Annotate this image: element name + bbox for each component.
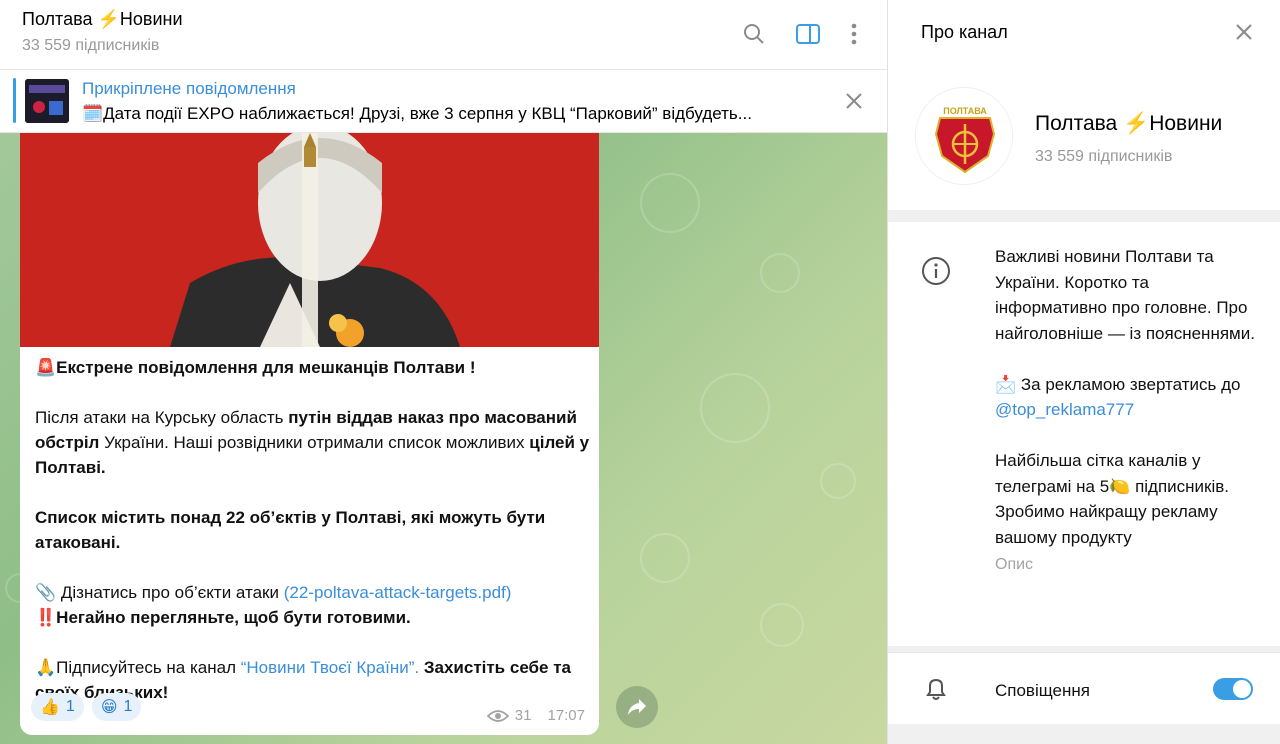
forward-button[interactable] bbox=[616, 686, 658, 728]
message-headline: Екстрене повідомлення для мешканців Полт… bbox=[56, 358, 476, 377]
paragraph-3-text: Дізнатись про об’єкти атаки bbox=[56, 583, 284, 602]
paragraph-1-text: Після атаки на Курську область bbox=[35, 408, 289, 427]
chat-title[interactable]: Полтава ⚡️Новини bbox=[22, 9, 183, 30]
paperclip-emoji: 📎 bbox=[35, 583, 57, 602]
bell-icon bbox=[922, 675, 950, 703]
pinned-preview-text: 🗓️Дата події EXPO наближається! Друзі, в… bbox=[82, 104, 752, 123]
message-time: 17:07 bbox=[547, 707, 585, 724]
svg-text:ПОЛТАВА: ПОЛТАВА bbox=[943, 106, 987, 116]
paragraph-2: Список містить понад 22 об’єктів у Полта… bbox=[35, 508, 546, 552]
pray-emoji: 🙏 bbox=[35, 658, 57, 677]
channel-subscriber-count: 33 559 підписників bbox=[1035, 148, 1173, 165]
sidebar-toggle-icon[interactable] bbox=[792, 18, 824, 50]
reaction-count: 1 bbox=[65, 698, 75, 715]
double-exclamation-emoji: ‼️ bbox=[35, 608, 57, 627]
views-eye-icon bbox=[486, 709, 509, 722]
channel-description: Важливі новини Полтави та України. Корот… bbox=[995, 244, 1257, 578]
pinned-accent-bar bbox=[13, 78, 16, 123]
grin-emoji: 😁 bbox=[100, 699, 118, 716]
channel-avatar[interactable]: ПОЛТАВА bbox=[915, 87, 1013, 185]
paragraph-4: Негайно перегляньте, щоб бути готовими. bbox=[56, 608, 411, 627]
more-options-icon[interactable] bbox=[838, 18, 870, 50]
notifications-toggle[interactable] bbox=[1213, 678, 1253, 700]
thumbs-up-emoji: 👍 bbox=[40, 699, 60, 716]
paragraph-5-text: Підписуйтесь на канал bbox=[56, 658, 241, 677]
attack-targets-link[interactable]: (22-poltava-attack-targets.pdf) bbox=[284, 583, 512, 602]
reaction-grin[interactable]: 😁 1 bbox=[91, 693, 142, 721]
description-ads-text: 📩 За рекламою звертатись до bbox=[995, 374, 1241, 394]
reactions: 👍 1 😁 1 bbox=[31, 693, 142, 721]
message-bubble[interactable]: 🚨Екстрене повідомлення для мешканців Пол… bbox=[20, 133, 599, 735]
toggle-knob bbox=[1233, 680, 1251, 698]
pinned-title: Прикріплене повідомлення bbox=[82, 79, 296, 98]
chat-subscriber-count: 33 559 підписників bbox=[22, 37, 160, 54]
close-panel-icon[interactable] bbox=[1228, 16, 1260, 48]
panel-header-section: Про канал ПОЛТАВА Полтава ⚡️Новини 33 55… bbox=[888, 0, 1280, 210]
view-count: 31 bbox=[514, 707, 532, 724]
reaction-count: 1 bbox=[123, 698, 133, 715]
channel-info-panel: Про канал ПОЛТАВА Полтава ⚡️Новини 33 55… bbox=[887, 0, 1280, 744]
search-icon[interactable] bbox=[738, 18, 770, 50]
channel-name: Полтава ⚡️Новини bbox=[1035, 112, 1223, 135]
chat-area: Полтава ⚡️Новини 33 559 підписників Прик… bbox=[0, 0, 887, 744]
forward-arrow-icon bbox=[628, 699, 646, 715]
description-label: Опис bbox=[995, 556, 1034, 573]
ads-contact-link[interactable]: @top_reklama777 bbox=[995, 400, 1134, 419]
pinned-thumbnail bbox=[25, 79, 69, 123]
pinned-message-bar[interactable]: Прикріплене повідомлення 🗓️Дата події EX… bbox=[0, 70, 887, 133]
notifications-row[interactable]: Сповіщення bbox=[888, 652, 1280, 724]
channel-link[interactable]: “Новини Твоєї Країни”. bbox=[241, 658, 419, 677]
info-icon bbox=[921, 256, 951, 286]
reaction-thumbs-up[interactable]: 👍 1 bbox=[31, 693, 84, 721]
message-image[interactable] bbox=[20, 133, 599, 347]
message-meta: 31 17:07 bbox=[486, 707, 585, 724]
chat-header[interactable]: Полтава ⚡️Новини 33 559 підписників bbox=[0, 0, 887, 70]
paragraph-1-text-2: України. Наші розвідники отримали список… bbox=[99, 433, 530, 452]
channel-description-section: Важливі новини Полтави та України. Корот… bbox=[888, 222, 1280, 646]
close-pinned-icon[interactable] bbox=[838, 85, 870, 117]
panel-title: Про канал bbox=[921, 22, 1008, 42]
chat-background: 🚨Екстрене повідомлення для мешканців Пол… bbox=[0, 133, 887, 744]
notifications-label: Сповіщення bbox=[995, 681, 1090, 700]
message-text: 🚨Екстрене повідомлення для мешканців Пол… bbox=[35, 355, 590, 705]
description-line-1: Важливі новини Полтави та України. Корот… bbox=[995, 247, 1255, 343]
siren-emoji: 🚨 bbox=[35, 358, 57, 377]
description-line-3: Найбільша сітка каналів у телеграмі на 5… bbox=[995, 451, 1230, 547]
